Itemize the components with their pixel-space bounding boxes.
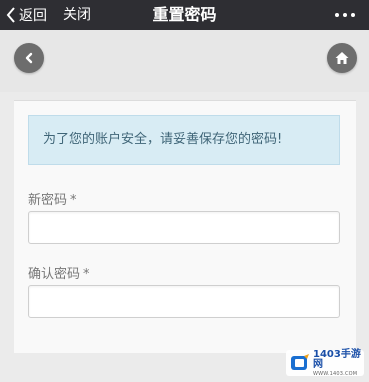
required-mark: * (83, 267, 90, 282)
security-notice: 为了您的账户安全，请妥善保存您的密码! (28, 115, 340, 165)
more-icon[interactable] (335, 4, 355, 26)
watermark-icon (290, 353, 310, 373)
confirm-password-field[interactable] (28, 285, 340, 318)
nav-back-button[interactable] (14, 43, 44, 73)
top-nav-bar: 返回 关闭 重置密码 (0, 0, 369, 30)
nav-area (0, 30, 369, 92)
watermark-text: 1403手游网 (313, 348, 361, 370)
page-title: 重置密码 (152, 5, 217, 24)
new-password-label-text: 新密码 (28, 193, 68, 208)
home-icon (335, 52, 349, 64)
watermark-logo: 1403手游网 WWW.1403.COM (286, 348, 364, 377)
required-mark: * (70, 193, 77, 208)
new-password-field[interactable] (28, 211, 340, 244)
confirm-password-label: 确认密码 * (28, 263, 90, 282)
new-password-label: 新密码 * (28, 189, 77, 208)
circle-back-icon (25, 52, 33, 64)
home-button[interactable] (327, 43, 357, 73)
reset-password-form: 为了您的账户安全，请妥善保存您的密码! 新密码 * 确认密码 * (14, 100, 356, 353)
confirm-password-label-text: 确认密码 (28, 267, 81, 282)
watermark-subtext: WWW.1403.COM (313, 370, 358, 377)
